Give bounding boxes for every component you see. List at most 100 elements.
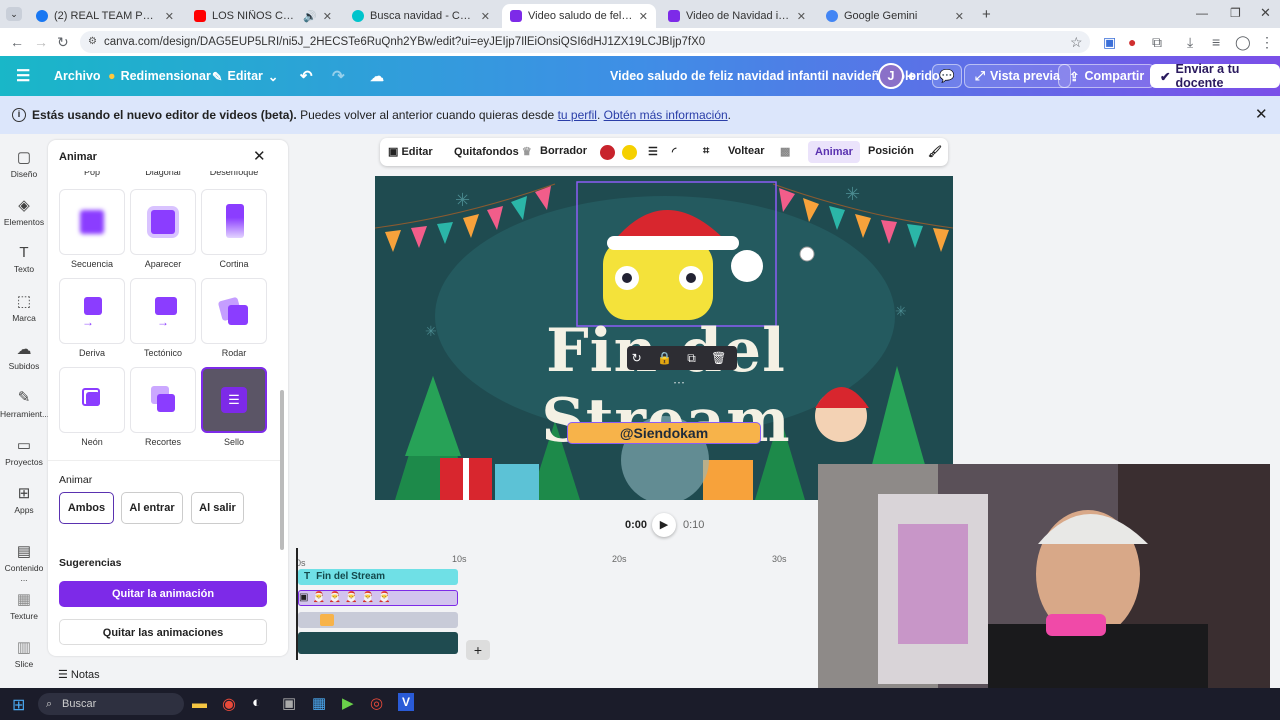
element-track[interactable]: [298, 612, 458, 628]
translate-icon[interactable]: ▣: [1103, 34, 1116, 51]
close-tab-icon[interactable]: ✕: [323, 10, 332, 23]
rail-item-apps[interactable]: ⊞ Apps: [0, 484, 48, 515]
rail-item-diseno[interactable]: ▢ Diseño: [0, 148, 48, 179]
tab-youtube[interactable]: LOS NIÑOS CANTORES DE 🔊 ✕: [186, 4, 340, 28]
archivo-button[interactable]: Archivo: [54, 64, 101, 88]
animar-button-active[interactable]: Animar: [808, 141, 860, 163]
undo-icon[interactable]: ↶: [300, 64, 313, 88]
rail-item-texture[interactable]: ▦ Texture: [0, 590, 48, 621]
effect-aparecer[interactable]: [130, 189, 196, 255]
effect-sello-selected[interactable]: ☰: [201, 367, 267, 433]
menu-kebab-icon[interactable]: ⋮: [1260, 34, 1274, 51]
file-explorer-icon[interactable]: ▬: [192, 695, 207, 712]
vista-previa-button[interactable]: ⤢ Vista previa: [964, 64, 1071, 88]
panel-scrollbar[interactable]: [280, 390, 284, 550]
capcut-icon[interactable]: ◐: [252, 694, 261, 711]
minimize-icon[interactable]: —: [1196, 6, 1208, 20]
effect-recortes[interactable]: [130, 367, 196, 433]
effect-rodar[interactable]: [201, 278, 267, 344]
color-swatch-red[interactable]: [600, 145, 615, 160]
rail-item-marca[interactable]: ⬚ Marca: [0, 292, 48, 323]
tab-canva-video-active[interactable]: Video saludo de feliz navidad in ✕: [502, 4, 656, 28]
effect-neon[interactable]: [59, 367, 125, 433]
close-tab-icon[interactable]: ✕: [797, 10, 806, 23]
profile-icon[interactable]: ◯: [1235, 34, 1251, 51]
close-banner-icon[interactable]: ✕: [1255, 96, 1268, 134]
close-tab-icon[interactable]: ✕: [639, 10, 648, 23]
crop-icon[interactable]: ⌗: [703, 145, 709, 158]
notas-button[interactable]: ☰ Notas: [58, 668, 100, 681]
close-window-icon[interactable]: ✕: [1260, 5, 1271, 21]
rail-item-herramientas[interactable]: ✎ Herramient...: [0, 388, 49, 419]
corner-rounding-icon[interactable]: ◜: [672, 145, 676, 158]
cloud-save-icon[interactable]: ☁: [370, 64, 384, 88]
tab-list-icon[interactable]: ⌄: [6, 7, 22, 21]
url-field[interactable]: ⚙ canva.com/design/DAG5EUP5LRI/ni5J_2HEC…: [80, 31, 1090, 53]
close-tab-icon[interactable]: ✕: [481, 10, 490, 23]
forward-icon[interactable]: →: [34, 34, 48, 50]
avatar[interactable]: J: [878, 63, 904, 89]
posicion-button[interactable]: Posición: [868, 145, 914, 157]
vegas-icon[interactable]: V: [398, 693, 414, 711]
hamburger-menu-icon[interactable]: ☰: [16, 64, 30, 88]
quitafondos-button[interactable]: Quitafondos ♛: [454, 145, 532, 158]
tab-facebook[interactable]: (2) REAL TEAM PRRASI | Faceboo ✕: [28, 4, 182, 28]
maximize-icon[interactable]: ❐: [1230, 6, 1241, 20]
effect-tectonico[interactable]: →: [130, 278, 196, 344]
enviar-docente-button[interactable]: ✔ Enviar a tu docente: [1150, 62, 1280, 90]
redo-icon[interactable]: ↷: [332, 64, 345, 88]
mode-al-salir[interactable]: Al salir: [191, 492, 244, 524]
more-info-link[interactable]: Obtén más información: [604, 108, 728, 122]
editar-menu-button[interactable]: ✎ Editar ⌄: [212, 64, 278, 88]
extension-icon[interactable]: ●: [1128, 34, 1136, 50]
effect-cortina[interactable]: [201, 189, 267, 255]
quitar-animaciones-button[interactable]: Quitar las animaciones: [59, 619, 267, 645]
toolbar-editar-button[interactable]: ▣ Editar: [388, 145, 433, 158]
close-tab-icon[interactable]: ✕: [165, 10, 174, 23]
chrome-icon[interactable]: ◉: [222, 694, 236, 714]
effect-deriva[interactable]: →: [59, 278, 125, 344]
add-collaborator-icon[interactable]: +: [907, 64, 916, 88]
rail-item-proyectos[interactable]: ▭ Proyectos: [0, 436, 48, 467]
tab-canva-video[interactable]: Video de Navidad infantil rojo ✕: [660, 4, 814, 28]
recording-app-icon[interactable]: ◎: [370, 694, 383, 712]
play-button[interactable]: ▶: [652, 513, 676, 537]
quitar-animacion-button[interactable]: Quitar la animación: [59, 581, 267, 607]
copy-style-icon[interactable]: 🖌: [928, 145, 942, 158]
element-quick-actions[interactable]: ↻ 🔒 ⧉ 🗑 ⋯: [627, 346, 737, 389]
extensions-puzzle-icon[interactable]: ⧉: [1152, 34, 1162, 51]
windows-start-icon[interactable]: ⊞: [12, 695, 25, 715]
mode-al-entrar[interactable]: Al entrar: [121, 492, 183, 524]
rail-item-elementos[interactable]: ◈ Elementos: [0, 196, 48, 227]
design-canvas[interactable]: ✳ ✳ ✳ ✳ Fin del Stream ↻ 🔒 ⧉ 🗑 ⋯ @Siendo…: [375, 176, 953, 500]
voltear-button[interactable]: Voltear: [728, 145, 764, 157]
taskbar-search[interactable]: ⌕ Buscar: [38, 693, 184, 715]
close-tab-icon[interactable]: ✕: [955, 10, 964, 23]
rail-item-slice[interactable]: ▥ Slice: [0, 638, 48, 669]
rail-item-contenido[interactable]: ▤ Contenido ...: [0, 542, 48, 583]
reload-icon[interactable]: ↻: [57, 34, 69, 51]
media-app-icon[interactable]: ▶: [342, 694, 354, 712]
download-icon[interactable]: ⤓: [1187, 34, 1193, 51]
rail-item-texto[interactable]: T Texto: [0, 244, 48, 274]
canvas-handle-text[interactable]: @Siendokam: [567, 422, 761, 444]
color-swatch-yellow[interactable]: [622, 145, 637, 160]
rail-item-subidos[interactable]: ☁ Subidos: [0, 340, 48, 371]
bookmark-star-icon[interactable]: ☆: [1070, 34, 1083, 51]
compartir-button[interactable]: ⇪ Compartir: [1058, 64, 1156, 88]
app-icon[interactable]: ▣: [282, 694, 296, 712]
media-control-icon[interactable]: ≡: [1212, 34, 1220, 50]
calculator-icon[interactable]: ▦: [312, 694, 326, 712]
close-panel-icon[interactable]: ✕: [253, 147, 266, 165]
redimensionar-button[interactable]: ● Redimensionar: [108, 64, 211, 88]
tab-gemini[interactable]: Google Gemini ✕: [818, 4, 972, 28]
new-tab-icon[interactable]: +: [982, 6, 991, 23]
comments-icon[interactable]: 💬: [932, 64, 962, 88]
text-track[interactable]: T Fin del Stream: [298, 569, 458, 585]
add-page-button[interactable]: +: [466, 640, 490, 660]
mode-ambos-selected[interactable]: Ambos: [59, 492, 114, 524]
effect-secuencia[interactable]: [59, 189, 125, 255]
borrador-button[interactable]: Borrador: [540, 145, 587, 157]
site-info-icon[interactable]: ⚙: [88, 31, 97, 53]
line-weight-icon[interactable]: ☰: [648, 145, 658, 158]
